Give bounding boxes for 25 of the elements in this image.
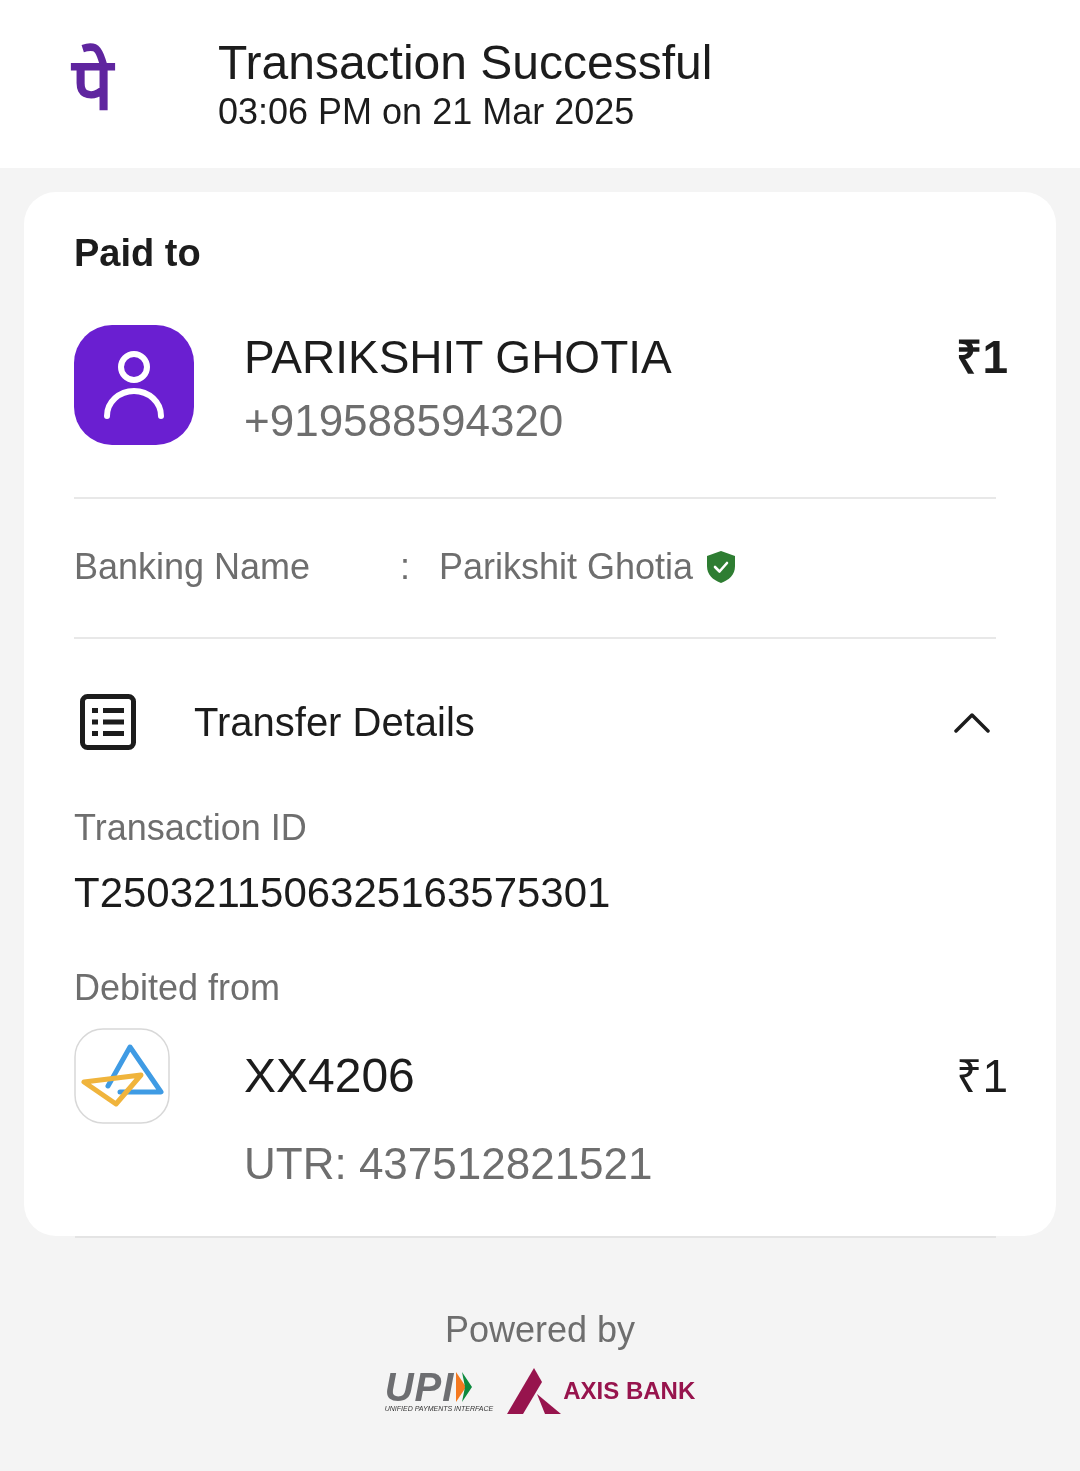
field-label: Banking Name — [74, 545, 312, 589]
payee-name: PARIKSHIT GHOTIA — [244, 330, 672, 385]
account-number: XX4206 — [244, 1048, 415, 1104]
field-label: Transaction ID — [74, 806, 308, 850]
amount: ₹1 — [956, 330, 1008, 385]
arrows-icon — [456, 1371, 473, 1402]
triangle-logo-icon — [507, 1368, 562, 1414]
banking-name: Parikshit Ghotia — [439, 545, 694, 589]
transaction-id: T2503211506325163575301 — [74, 868, 612, 918]
person-icon — [74, 325, 194, 445]
powered-by-label: Powered by — [444, 1308, 636, 1352]
app-logo: पे — [72, 42, 116, 126]
section-title: Transfer Details — [194, 699, 476, 746]
separator: : — [400, 545, 411, 589]
utr-number: UTR: 437512821521 — [244, 1138, 654, 1190]
amount: ₹1 — [956, 1049, 1008, 1104]
section-heading: Paid to — [74, 231, 202, 276]
logo-wordmark: AXIS BANK — [563, 1376, 696, 1406]
logo-wordmark: UPI — [384, 1369, 455, 1404]
timestamp: 03:06 PM on 21 Mar 2025 — [218, 91, 636, 133]
status-title: Transaction Successful — [218, 35, 713, 91]
payee-phone: +919588594320 — [244, 395, 565, 447]
triangles-logo-icon — [74, 1028, 170, 1124]
list-icon — [80, 694, 136, 750]
field-label: Debited from — [74, 966, 282, 1010]
